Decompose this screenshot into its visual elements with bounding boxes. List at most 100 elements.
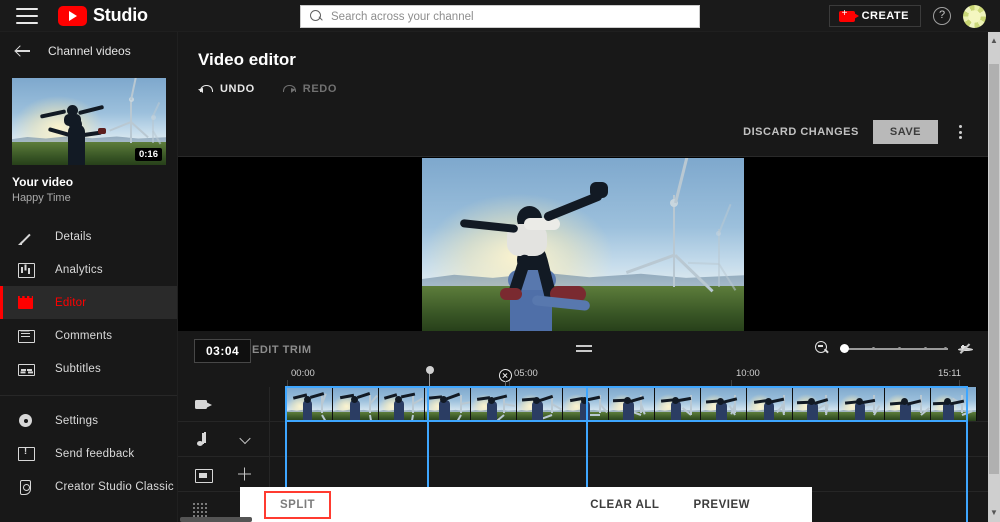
save-button[interactable]: SAVE <box>872 120 938 144</box>
filmstrip[interactable] <box>287 387 977 421</box>
search-input[interactable] <box>331 10 699 23</box>
comment-lines-icon <box>16 326 35 345</box>
sidebar-item-label: Analytics <box>55 263 103 276</box>
sidebar-item-label: Editor <box>55 296 87 309</box>
sidebar-item-creator-studio-classic[interactable]: Creator Studio Classic <box>0 470 177 503</box>
video-preview-area[interactable] <box>178 157 988 331</box>
undo-arrow-icon <box>198 82 213 95</box>
action-bar-right-group: CLEAR ALL PREVIEW <box>590 499 750 511</box>
subtitles-icon <box>16 359 35 378</box>
split-button[interactable]: SPLIT <box>263 490 332 519</box>
sidebar-item-analytics[interactable]: Analytics <box>0 253 177 286</box>
magnifier-minus-icon[interactable] <box>815 341 830 356</box>
page-title: Video editor <box>198 50 296 69</box>
hamburger-icon[interactable] <box>16 7 38 24</box>
back-label: Channel videos <box>48 44 131 58</box>
track-row-audio[interactable] <box>178 422 988 457</box>
timeline-zoom-group <box>815 341 973 356</box>
search-icon <box>310 10 323 23</box>
slider-track <box>840 348 948 350</box>
video-lane[interactable] <box>270 387 988 421</box>
sidebar-item-label: Creator Studio Classic <box>55 480 174 493</box>
video-player[interactable] <box>422 157 744 331</box>
sidebar-video-subtitle: Happy Time <box>12 192 71 204</box>
sidebar-video-title: Your video <box>12 175 74 189</box>
slider-knob[interactable] <box>840 344 849 353</box>
filmstrip-frame[interactable] <box>793 387 839 421</box>
sidebar-item-send-feedback[interactable]: Send feedback <box>0 437 177 470</box>
preview-button[interactable]: PREVIEW <box>693 499 750 511</box>
chevron-down-icon <box>240 434 251 445</box>
filmstrip-frame[interactable] <box>333 387 379 421</box>
scroll-down-icon[interactable]: ▼ <box>988 506 1000 520</box>
drag-handle-icon[interactable] <box>576 345 592 353</box>
filmstrip-frame[interactable] <box>471 387 517 421</box>
add-overlay-button[interactable] <box>238 467 251 481</box>
filmstrip-frame[interactable] <box>701 387 747 421</box>
video-thumbnail[interactable]: 0:16 <box>12 78 166 165</box>
preview-scene <box>422 157 744 331</box>
clear-all-button[interactable]: CLEAR ALL <box>590 499 659 511</box>
filmstrip-frame[interactable] <box>609 387 655 421</box>
timeline-toolbar: 03:04 EDIT TRIM <box>178 332 988 367</box>
sidebar-divider <box>0 395 177 396</box>
sidebar-item-label: Comments <box>55 329 113 342</box>
discard-changes-button[interactable]: DISCARD CHANGES <box>743 126 859 138</box>
filmstrip-frame[interactable] <box>885 387 931 421</box>
top-bar: Studio CREATE ? <box>0 0 1000 32</box>
scrollbar-thumb[interactable] <box>989 64 999 474</box>
plus-icon <box>238 467 251 481</box>
ruler-label: 00:00 <box>291 368 315 379</box>
filmstrip-frame[interactable] <box>379 387 425 421</box>
filmstrip-frame[interactable] <box>839 387 885 421</box>
track-row-video[interactable] <box>178 387 988 422</box>
back-to-channel-videos[interactable]: Channel videos <box>0 32 177 70</box>
playhead-handle[interactable] <box>425 366 434 374</box>
filmstrip-frame[interactable] <box>931 387 977 421</box>
film-clapper-icon <box>16 293 35 312</box>
track-gutter <box>178 387 270 421</box>
youtube-play-icon <box>58 5 87 26</box>
zoom-slider[interactable] <box>840 342 948 356</box>
playhead[interactable] <box>425 366 434 387</box>
overlay-icon <box>194 465 213 484</box>
sidebar-item-subtitles[interactable]: Subtitles <box>0 352 177 385</box>
filmstrip-frame[interactable] <box>655 387 701 421</box>
filmstrip-frame[interactable] <box>287 387 333 421</box>
sidebar-item-settings[interactable]: Settings <box>0 404 177 437</box>
search-bar[interactable] <box>300 5 700 28</box>
filmstrip-frame[interactable] <box>747 387 793 421</box>
selection-edge-right[interactable] <box>966 386 968 522</box>
bar-chart-icon <box>16 260 35 279</box>
audio-expand-button[interactable] <box>240 434 251 445</box>
sidebar-item-label: Subtitles <box>55 362 101 375</box>
track-gutter <box>178 457 270 491</box>
studio-logo[interactable]: Studio <box>58 5 148 26</box>
thumbnail-duration: 0:16 <box>134 148 162 161</box>
sidebar-item-editor[interactable]: Editor <box>0 286 177 319</box>
sidebar-item-comments[interactable]: Comments <box>0 319 177 352</box>
edit-trim-button[interactable]: EDIT TRIM <box>252 344 312 356</box>
right-scrollbar[interactable]: ▲ ▼ <box>988 32 1000 522</box>
question-mark-icon[interactable]: ? <box>933 7 951 25</box>
create-button-label: CREATE <box>861 10 909 22</box>
overlay-lane[interactable] <box>270 457 988 491</box>
redo-button[interactable]: REDO <box>281 82 337 95</box>
magnifier-plus-icon[interactable] <box>958 342 973 355</box>
audio-lane[interactable] <box>270 422 988 456</box>
main-content: Video editor UNDO REDO DISCARD CHANGES S… <box>178 32 988 522</box>
sidebar-item-label: Send feedback <box>55 447 135 460</box>
ruler-label: 15:11 <box>938 368 962 379</box>
kebab-menu-icon[interactable] <box>952 123 968 141</box>
filmstrip-frame[interactable] <box>425 387 471 421</box>
avatar[interactable] <box>963 4 986 28</box>
filmstrip-frame[interactable] <box>517 387 563 421</box>
video-camera-plus-icon <box>838 8 859 22</box>
sidebar-item-details[interactable]: Details <box>0 220 177 253</box>
bottom-scrollbar[interactable] <box>180 517 252 522</box>
timeline-ruler[interactable]: 00:00 05:00 10:00 15:11 <box>178 366 988 387</box>
create-button[interactable]: CREATE <box>828 5 921 27</box>
scroll-up-icon[interactable]: ▲ <box>988 34 1000 48</box>
undo-button[interactable]: UNDO <box>198 82 255 95</box>
arrow-left-icon <box>14 42 32 60</box>
